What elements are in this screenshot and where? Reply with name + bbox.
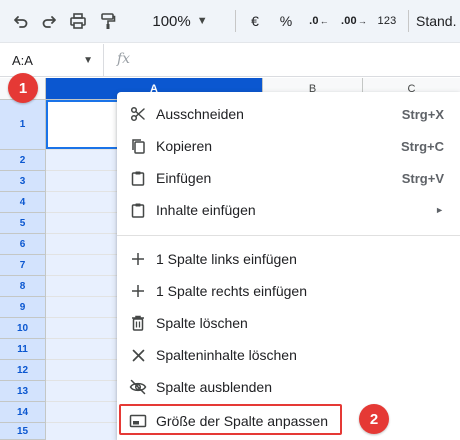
menu-item-label: Kopieren <box>156 138 213 154</box>
chevron-down-icon: ▼ <box>83 55 93 66</box>
number-format-label: 123 <box>377 15 397 27</box>
eye-off-icon <box>129 378 147 396</box>
row-header-14[interactable]: 14 <box>0 402 46 423</box>
menu-item-label: Spalteninhalte löschen <box>156 347 297 363</box>
fx-icon: fx <box>117 51 131 67</box>
name-box[interactable]: A:A ▼ <box>0 44 104 77</box>
menu-item-label: Ausschneiden <box>156 106 244 122</box>
row-header-11[interactable]: 11 <box>0 339 46 360</box>
menu-item-shortcut: Strg+V <box>401 170 444 186</box>
highlight-box <box>119 404 342 435</box>
menu-item-label: 1 Spalte rechts einfügen <box>156 283 307 299</box>
menu-item-cut[interactable]: Ausschneiden Strg+X <box>117 98 460 130</box>
submenu-arrow-icon: ► <box>435 205 444 215</box>
row-header-12[interactable]: 12 <box>0 360 46 381</box>
copy-icon <box>129 137 147 155</box>
clipboard-icon <box>129 169 147 187</box>
increase-decimals-label: .00 <box>340 15 357 27</box>
name-box-value: A:A <box>12 53 33 68</box>
chevron-down-icon: ▼ <box>196 15 208 27</box>
toolbar-divider <box>408 10 409 32</box>
menu-item-copy[interactable]: Kopieren Strg+C <box>117 130 460 162</box>
menu-item-label: Spalte ausblenden <box>156 379 272 395</box>
scissors-icon <box>129 105 147 123</box>
decrease-decimals-label: .0 <box>309 15 319 27</box>
menu-item-hide-column[interactable]: Spalte ausblenden <box>117 371 460 403</box>
font-value: Stand. <box>416 13 457 29</box>
row-header-3[interactable]: 3 <box>0 171 46 192</box>
paint-format-icon[interactable] <box>94 8 122 34</box>
row-header-15[interactable]: 15 <box>0 423 46 440</box>
menu-item-label: 1 Spalte links einfügen <box>156 251 297 267</box>
font-select[interactable]: Stand. <box>416 8 460 34</box>
context-menu: Ausschneiden Strg+X Kopieren Strg+C Einf… <box>117 92 460 440</box>
row-header-2[interactable]: 2 <box>0 150 46 171</box>
step-badge-2: 2 <box>359 404 389 434</box>
row-header-6[interactable]: 6 <box>0 234 46 255</box>
menu-item-insert-right[interactable]: 1 Spalte rechts einfügen <box>117 275 460 307</box>
row-header-5[interactable]: 5 <box>0 213 46 234</box>
menu-item-insert-left[interactable]: 1 Spalte links einfügen <box>117 243 460 275</box>
redo-icon[interactable] <box>36 8 62 34</box>
menu-item-clear-column[interactable]: Spalteninhalte löschen <box>117 339 460 371</box>
number-format-button[interactable]: 123 <box>372 8 402 34</box>
trash-icon <box>129 314 147 332</box>
step-badge-1: 1 <box>8 73 38 103</box>
currency-label: € <box>251 13 259 29</box>
plus-icon <box>129 282 147 300</box>
zoom-select[interactable]: 100% ▼ <box>130 8 230 34</box>
arrow-right-icon: → <box>357 16 368 26</box>
menu-item-paste[interactable]: Einfügen Strg+V <box>117 162 460 194</box>
menu-item-label: Spalte löschen <box>156 315 248 331</box>
menu-separator <box>117 235 460 236</box>
increase-decimals-button[interactable]: .00 → <box>338 8 370 34</box>
plus-icon <box>129 250 147 268</box>
zoom-value: 100% <box>152 12 191 30</box>
row-header-10[interactable]: 10 <box>0 318 46 339</box>
menu-item-shortcut: Strg+C <box>401 138 444 154</box>
row-header-4[interactable]: 4 <box>0 192 46 213</box>
menu-item-delete-column[interactable]: Spalte löschen <box>117 307 460 339</box>
currency-format-button[interactable]: € <box>243 8 267 34</box>
print-icon[interactable] <box>64 8 92 34</box>
formula-bar: A:A ▼ fx <box>0 44 460 77</box>
clipboard-icon <box>129 201 147 219</box>
undo-icon[interactable] <box>8 8 34 34</box>
menu-item-shortcut: Strg+X <box>401 106 444 122</box>
toolbar-divider <box>235 10 236 32</box>
menu-item-label: Einfügen <box>156 170 212 186</box>
row-header-9[interactable]: 9 <box>0 297 46 318</box>
menu-item-paste-special[interactable]: Inhalte einfügen ► <box>117 194 460 226</box>
percent-label: % <box>279 13 293 29</box>
toolbar: 100% ▼ € % .0 ← .00 → 123 Stand. <box>0 0 460 43</box>
decrease-decimals-button[interactable]: .0 ← <box>304 8 334 34</box>
row-header-8[interactable]: 8 <box>0 276 46 297</box>
row-header-7[interactable]: 7 <box>0 255 46 276</box>
close-icon <box>129 346 147 364</box>
percent-format-button[interactable]: % <box>274 8 298 34</box>
menu-item-label: Inhalte einfügen <box>156 202 256 218</box>
row-header-13[interactable]: 13 <box>0 381 46 402</box>
arrow-left-icon: ← <box>319 16 329 26</box>
row-header-1[interactable]: 1 <box>0 100 46 150</box>
